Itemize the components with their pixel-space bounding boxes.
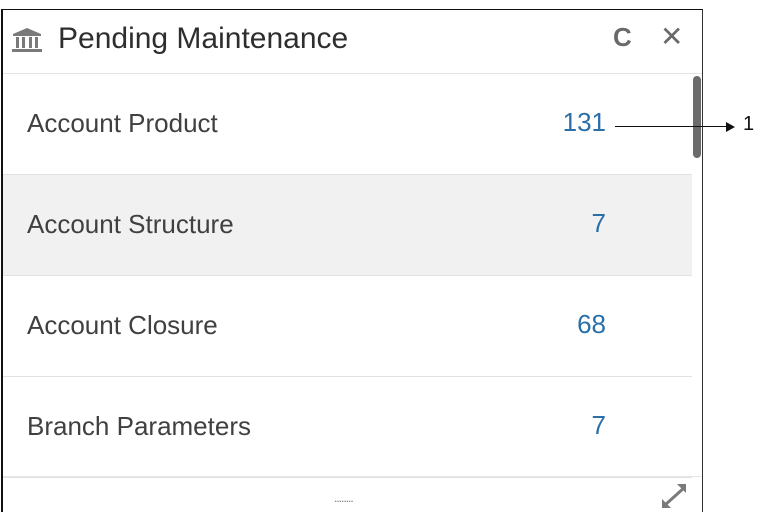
expand-icon[interactable] xyxy=(659,481,691,511)
list-item-count[interactable]: 7 xyxy=(592,410,606,441)
pending-maintenance-widget: Pending Maintenance C ✕ Account Product … xyxy=(1,9,703,512)
widget-header: Pending Maintenance C ✕ xyxy=(3,10,702,74)
callout-line xyxy=(615,126,727,127)
list-item-account-product[interactable]: Account Product 131 xyxy=(3,74,692,175)
widget-title: Pending Maintenance xyxy=(58,22,349,55)
callout-arrow-icon xyxy=(726,122,735,132)
maintenance-list: Account Product 131 Account Structure 7 … xyxy=(3,74,692,478)
list-item-branch-parameters[interactable]: Branch Parameters 7 xyxy=(3,377,692,478)
bank-icon xyxy=(11,27,43,53)
list-item-account-structure[interactable]: Account Structure 7 xyxy=(3,175,692,276)
list-item-count[interactable]: 7 xyxy=(592,208,606,239)
list-item-label: Account Product xyxy=(27,108,218,138)
resize-drag-handle[interactable]: ........ xyxy=(334,491,354,505)
list-item-count[interactable]: 131 xyxy=(563,107,606,138)
list-item-account-closure[interactable]: Account Closure 68 xyxy=(3,276,692,377)
widget-footer: ........ xyxy=(3,476,702,512)
list-item-label: Branch Parameters xyxy=(27,411,251,441)
list-item-label: Account Structure xyxy=(27,209,234,239)
screenshot-stage: Pending Maintenance C ✕ Account Product … xyxy=(0,0,763,512)
refresh-icon[interactable]: C xyxy=(613,24,632,50)
list-item-count[interactable]: 68 xyxy=(577,309,606,340)
scrollbar-thumb[interactable] xyxy=(693,76,701,158)
list-item-label: Account Closure xyxy=(27,310,218,340)
callout-number: 1 xyxy=(743,113,755,135)
close-icon[interactable]: ✕ xyxy=(660,23,683,51)
scrollbar-track[interactable] xyxy=(692,74,702,484)
